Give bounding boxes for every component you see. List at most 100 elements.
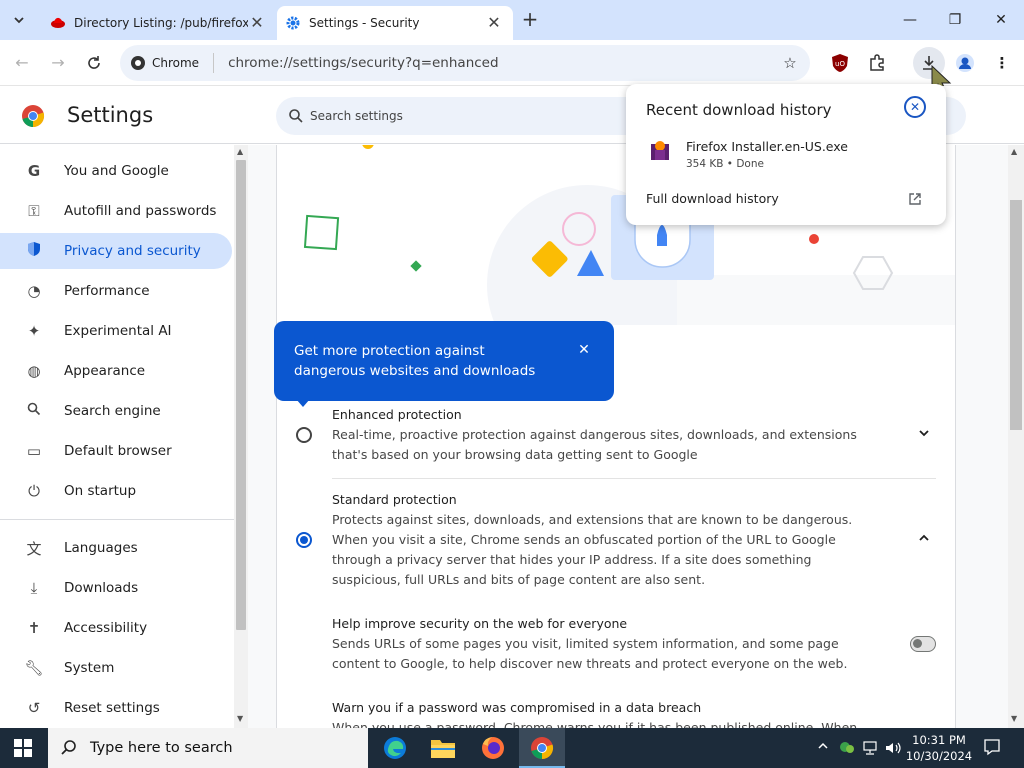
callout-arrow <box>296 399 310 407</box>
wrench-icon: 🔧︎ <box>24 659 44 677</box>
translate-icon: 文 <box>26 539 42 558</box>
sidebar-item-privacy[interactable]: Privacy and security <box>0 233 232 269</box>
back-button[interactable]: ← <box>10 51 34 75</box>
sidebar-item-label: You and Google <box>64 163 169 179</box>
sidebar-item-default-browser[interactable]: ▭ Default browser <box>0 433 232 469</box>
sidebar-scrollbar-thumb[interactable] <box>236 160 246 630</box>
volume-icon[interactable] <box>884 740 902 760</box>
accessibility-icon: ✝ <box>27 619 41 637</box>
sidebar-item-reset[interactable]: ↺ Reset settings <box>0 690 232 726</box>
sidebar-item-label: Appearance <box>64 363 146 379</box>
bookmark-star-icon[interactable]: ☆ <box>778 51 802 75</box>
sidebar-item-label: Search engine <box>64 403 161 419</box>
sidebar-item-search-engine[interactable]: Search engine <box>0 393 232 429</box>
sidebar-item-you-and-google[interactable]: G You and Google <box>0 153 232 189</box>
minimize-button[interactable]: — <box>887 6 933 34</box>
download-file-name[interactable]: Firefox Installer.en-US.exe <box>686 139 848 154</box>
page-scrollbar-thumb[interactable] <box>1010 200 1022 430</box>
standard-protection-title: Standard protection <box>332 492 457 507</box>
reload-icon <box>88 56 100 69</box>
chrome-chip-label: Chrome <box>152 56 200 70</box>
new-tab-button[interactable]: + <box>518 8 542 32</box>
enhanced-protection-radio[interactable] <box>296 427 312 443</box>
callout-text: Get more protection against dangerous we… <box>294 343 536 379</box>
search-icon <box>289 109 303 123</box>
tab-settings-security[interactable]: Settings - Security ✕ <box>277 6 513 40</box>
sidebar-item-autofill[interactable]: ⚿ Autofill and passwords <box>0 193 232 229</box>
url-text: chrome://settings/security?q=enhanced <box>228 55 499 71</box>
clock-date: 10/30/2024 <box>905 749 973 763</box>
help-improve-toggle[interactable] <box>910 636 936 652</box>
reset-icon: ↺ <box>27 699 41 717</box>
standard-protection-desc: Protects against sites, downloads, and e… <box>332 512 853 587</box>
settings-sidebar: G You and Google ⚿ Autofill and passwords … <box>0 145 248 728</box>
file-explorer-taskbar-icon[interactable] <box>430 737 456 763</box>
taskbar-search-box[interactable]: Type here to search <box>48 728 368 768</box>
notification-center-icon[interactable] <box>983 738 1001 760</box>
scroll-down-arrow-icon[interactable]: ▼ <box>237 714 243 723</box>
sidebar-item-label: Reset settings <box>64 700 160 716</box>
profile-avatar[interactable] <box>953 51 977 75</box>
standard-protection-radio[interactable] <box>296 532 312 548</box>
divider <box>332 478 936 479</box>
restore-button[interactable]: ❐ <box>932 6 978 34</box>
address-bar[interactable]: Chrome chrome://settings/security?q=enha… <box>120 45 810 81</box>
close-tab-icon[interactable]: ✕ <box>248 14 266 32</box>
open-external-icon[interactable] <box>908 191 922 210</box>
windows-start-icon[interactable] <box>14 739 32 761</box>
ublock-extension-icon[interactable]: uO <box>828 51 852 75</box>
close-tab-icon[interactable]: ✕ <box>485 14 503 32</box>
close-download-bubble-icon[interactable]: ✕ <box>904 96 926 118</box>
taskbar-clock[interactable]: 10:31 PM 10/30/2024 <box>905 732 973 764</box>
redhat-favicon-icon <box>51 17 65 28</box>
sidebar-item-performance[interactable]: ◔ Performance <box>0 273 232 309</box>
sidebar-item-label: Accessibility <box>64 620 148 636</box>
sidebar-item-appearance[interactable]: ◍ Appearance <box>0 353 232 389</box>
reload-button[interactable] <box>82 51 106 75</box>
sidebar-item-experimental-ai[interactable]: ✦ Experimental AI <box>0 313 232 349</box>
download-bubble: Recent download history ✕ Firefox Instal… <box>626 84 946 225</box>
sidebar-item-languages[interactable]: 文 Languages <box>0 530 232 566</box>
standard-collapse-chevron-icon[interactable] <box>918 532 930 547</box>
help-improve-desc: Sends URLs of some pages you visit, limi… <box>332 636 848 671</box>
extensions-puzzle-icon[interactable] <box>865 51 889 75</box>
more-menu-icon[interactable]: ⋮ <box>990 51 1014 75</box>
svg-text:uO: uO <box>835 60 845 68</box>
tab-directory-listing[interactable]: Directory Listing: /pub/firefox/re ✕ <box>40 6 276 40</box>
callout-close-icon[interactable]: ✕ <box>574 340 594 360</box>
scroll-up-arrow-icon[interactable]: ▲ <box>237 147 243 156</box>
sparkle-icon: ✦ <box>27 322 41 340</box>
chrome-chip[interactable]: Chrome <box>130 53 215 73</box>
sidebar-item-accessibility[interactable]: ✝ Accessibility <box>0 610 232 646</box>
sidebar-item-downloads[interactable]: ⤓ Downloads <box>0 570 232 606</box>
forward-button[interactable]: → <box>46 51 70 75</box>
sidebar-divider <box>0 519 234 520</box>
firefox-taskbar-icon[interactable] <box>480 735 506 765</box>
network-icon[interactable] <box>862 740 880 760</box>
search-icon <box>61 740 76 755</box>
security-tray-icon[interactable] <box>838 738 856 760</box>
close-window-button[interactable]: ✕ <box>978 6 1024 34</box>
sidebar-item-label: System <box>64 660 115 676</box>
tab-title: Directory Listing: /pub/firefox/re <box>74 16 248 30</box>
edge-taskbar-icon[interactable] <box>382 735 408 765</box>
tab-search-button[interactable] <box>8 9 30 31</box>
protection-callout: Get more protection against dangerous we… <box>274 321 614 401</box>
sidebar-item-label: On startup <box>64 483 137 499</box>
enhanced-protection-title: Enhanced protection <box>332 407 462 422</box>
enhanced-protection-desc: Real-time, proactive protection against … <box>332 427 857 462</box>
chrome-taskbar-button[interactable] <box>519 728 565 768</box>
installer-file-icon <box>650 140 670 166</box>
clock-time: 10:31 PM <box>912 733 966 747</box>
scroll-up-arrow-icon[interactable]: ▲ <box>1011 147 1017 156</box>
scroll-down-arrow-icon[interactable]: ▼ <box>1011 714 1017 723</box>
sidebar-item-on-startup[interactable]: ⏻ On startup <box>0 473 232 509</box>
sidebar-item-system[interactable]: 🔧︎ System <box>0 650 232 686</box>
download-icon: ⤓ <box>30 579 38 597</box>
full-download-history-link[interactable]: Full download history <box>646 191 779 206</box>
enhanced-expand-chevron-icon[interactable] <box>918 427 930 442</box>
show-hidden-icons-chevron-icon[interactable] <box>817 740 829 755</box>
password-breach-desc: When you use a password, Chrome warns yo… <box>332 720 858 728</box>
power-icon: ⏻ <box>28 482 40 500</box>
page-title: Settings <box>67 103 154 127</box>
